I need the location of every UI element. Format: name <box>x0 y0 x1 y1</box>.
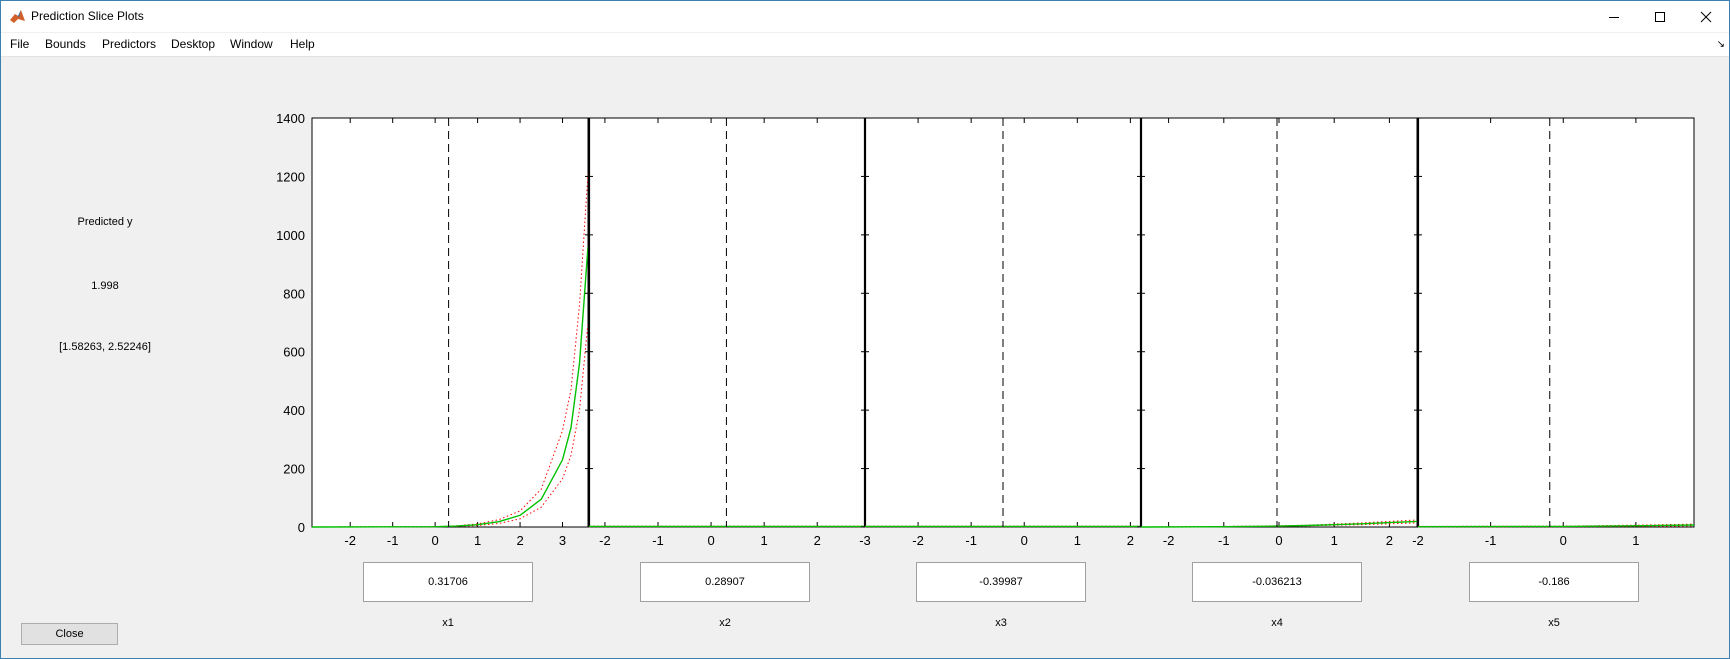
x-tick-label: 1 <box>474 533 481 548</box>
x-tick-label: 1 <box>1632 533 1639 548</box>
predictor-value-input-x5[interactable]: -0.186 <box>1469 562 1639 602</box>
x-tick-label: -2 <box>599 533 611 548</box>
x-tick-label: 3 <box>559 533 566 548</box>
predictor-name-x1: x1 <box>442 617 454 629</box>
x-tick-label: 2 <box>1127 533 1134 548</box>
slice-axes-x5[interactable] <box>1417 117 1695 528</box>
x-tick-label: -1 <box>1218 533 1230 548</box>
y-tick-label: 1400 <box>276 111 305 126</box>
predictor-name-x5: x5 <box>1548 617 1560 629</box>
predictor-value-input-x4[interactable]: -0.036213 <box>1192 562 1362 602</box>
x-tick-label: 2 <box>516 533 523 548</box>
x-tick-label: -3 <box>859 533 871 548</box>
y-tick-label: 1000 <box>276 228 305 243</box>
slice-axes-x2[interactable] <box>588 117 866 528</box>
predictor-name-x2: x2 <box>719 617 731 629</box>
x-tick-label: 1 <box>761 533 768 548</box>
x-tick-label: 1 <box>1331 533 1338 548</box>
y-tick-label: 0 <box>298 520 305 535</box>
x-tick-label: -2 <box>1163 533 1175 548</box>
x-tick-label: -2 <box>344 533 356 548</box>
x-tick-label: 0 <box>1560 533 1567 548</box>
x-tick-label: -2 <box>1412 533 1424 548</box>
y-tick-label: 200 <box>283 462 305 477</box>
predictor-name-x3: x3 <box>995 617 1007 629</box>
x-tick-label: 2 <box>814 533 821 548</box>
y-tick-label: 1200 <box>276 169 305 184</box>
predictor-value-input-x3[interactable]: -0.39987 <box>916 562 1086 602</box>
x-tick-label: -1 <box>652 533 664 548</box>
y-tick-label: 400 <box>283 403 305 418</box>
x-tick-label: 0 <box>432 533 439 548</box>
y-tick-label: 800 <box>283 286 305 301</box>
slice-axes-x4[interactable] <box>1140 117 1418 528</box>
x-tick-label: 2 <box>1386 533 1393 548</box>
x-tick-label: -2 <box>912 533 924 548</box>
slice-axes-x1[interactable] <box>311 117 589 528</box>
x-tick-label: 1 <box>1074 533 1081 548</box>
x-tick-label: -1 <box>387 533 399 548</box>
predictor-value-input-x1[interactable]: 0.31706 <box>363 562 533 602</box>
slice-axes-x3[interactable] <box>864 117 1142 528</box>
predictor-value-input-x2[interactable]: 0.28907 <box>640 562 810 602</box>
x-tick-label: -1 <box>1485 533 1497 548</box>
x-tick-label: 0 <box>1021 533 1028 548</box>
x-tick-label: 0 <box>707 533 714 548</box>
slice-plots: 0200400600800100012001400-2 -1 0 1 2 3 -2 -1 0 1 2… <box>276 111 1695 548</box>
y-tick-label: 600 <box>283 345 305 360</box>
x-tick-label: -1 <box>965 533 977 548</box>
x-tick-label: 0 <box>1275 533 1282 548</box>
predictor-name-x4: x4 <box>1271 617 1283 629</box>
